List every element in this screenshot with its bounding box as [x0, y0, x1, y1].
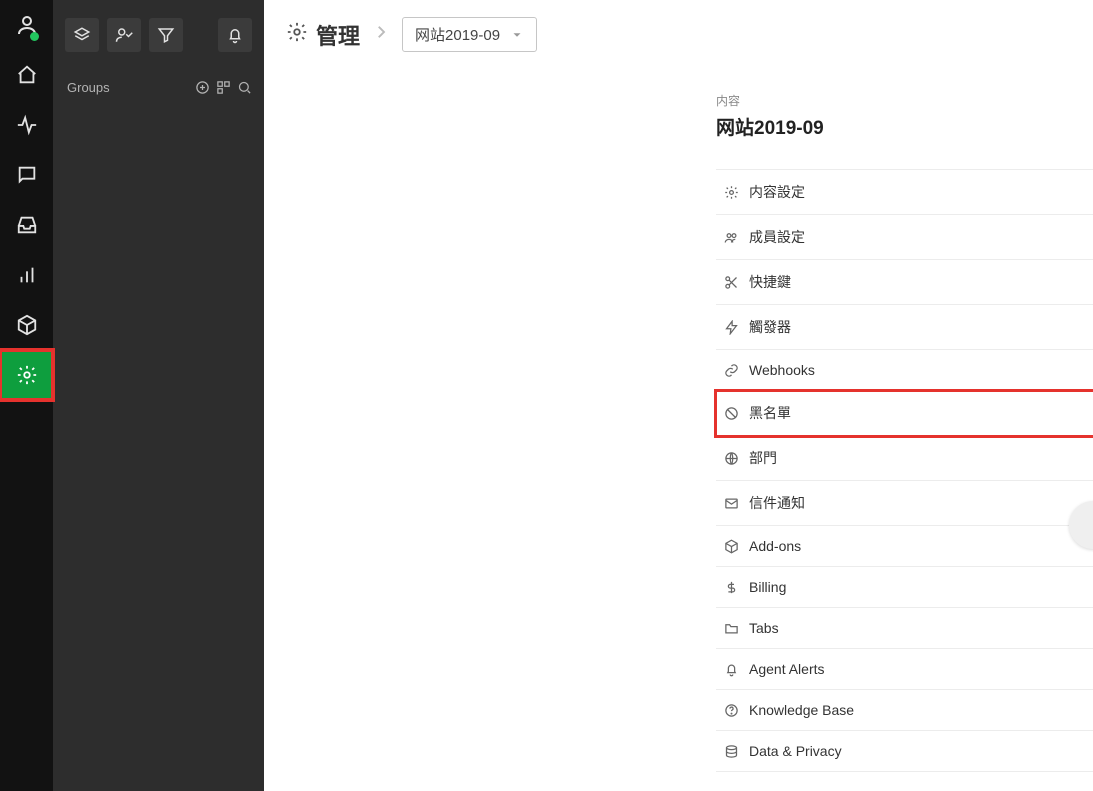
caret-down-icon	[510, 28, 524, 42]
gear-icon	[286, 21, 308, 48]
users-icon	[724, 230, 739, 245]
nav-inbox[interactable]	[0, 200, 53, 250]
toolbar-filter-button[interactable]	[149, 18, 183, 52]
settings-item-database[interactable]: Data & Privacy	[716, 731, 1093, 772]
chevron-right-icon	[372, 23, 390, 46]
project-title: 网站2019-09	[716, 113, 1078, 140]
breadcrumb-title: 管理	[316, 19, 360, 51]
settings-item-label: Webhooks	[749, 362, 815, 378]
nav-messages[interactable]	[0, 150, 53, 200]
settings-item-scissors[interactable]: 快捷鍵	[716, 260, 1093, 305]
nav-home[interactable]	[0, 50, 53, 100]
search-groups-icon[interactable]	[237, 80, 252, 95]
settings-list: 内容設定成員設定快捷鍵觸發器 Webhooks 黑名單部門信件通知 Add-ons Bi…	[716, 169, 1093, 772]
help-icon	[724, 703, 739, 718]
settings-item-link[interactable]: Webhooks	[716, 350, 1093, 391]
main-area: 管理 网站2019-09 内容 网站2019-09 + 新增 内容設定成員設定快…	[264, 0, 1093, 791]
toolbar-agents-button[interactable]	[107, 18, 141, 52]
settings-item-bolt[interactable]: 觸發器	[716, 305, 1093, 350]
settings-item-label: 信件通知	[749, 493, 805, 513]
cube-icon	[724, 539, 739, 554]
settings-item-label: Tabs	[749, 620, 779, 636]
nav-activity[interactable]	[0, 100, 53, 150]
settings-item-label: 快捷鍵	[749, 272, 791, 292]
dollar-icon	[724, 580, 739, 595]
add-group-icon[interactable]	[195, 80, 210, 95]
link-icon	[724, 363, 739, 378]
settings-item-label: 成員設定	[749, 227, 805, 247]
settings-item-label: 黑名單	[749, 403, 791, 423]
groups-label: Groups	[67, 80, 110, 95]
settings-item-label: Data & Privacy	[749, 743, 842, 759]
bell-icon	[724, 662, 739, 677]
mail-icon	[724, 496, 739, 511]
toolbar-notifications-button[interactable]	[218, 18, 252, 52]
groups-header: Groups	[53, 70, 264, 103]
settings-item-dollar[interactable]: Billing	[716, 567, 1093, 608]
project-selector[interactable]: 网站2019-09	[402, 17, 537, 52]
nav-settings[interactable]	[0, 350, 53, 400]
settings-item-bell[interactable]: Agent Alerts	[716, 649, 1093, 690]
meta-label: 内容	[716, 92, 1093, 109]
settings-item-label: 觸發器	[749, 317, 791, 337]
settings-item-label: Knowledge Base	[749, 702, 854, 718]
settings-item-mail[interactable]: 信件通知	[716, 481, 1093, 526]
scissors-icon	[724, 275, 739, 290]
settings-item-label: Add-ons	[749, 538, 801, 554]
settings-item-label: 部門	[749, 448, 777, 468]
gear-icon	[724, 185, 739, 200]
secondary-panel: Groups	[53, 0, 264, 791]
settings-item-help[interactable]: Knowledge Base	[716, 690, 1093, 731]
nav-addons[interactable]	[0, 300, 53, 350]
widgets-icon[interactable]	[216, 80, 231, 95]
settings-item-label: Billing	[749, 579, 786, 595]
bolt-icon	[724, 320, 739, 335]
settings-item-ban[interactable]: 黑名單	[716, 391, 1093, 436]
nav-analytics[interactable]	[0, 250, 53, 300]
folder-icon	[724, 621, 739, 636]
content-scroll: 内容 网站2019-09 + 新增 内容設定成員設定快捷鍵觸發器Webhooks…	[264, 70, 1093, 791]
settings-item-folder[interactable]: Tabs	[716, 608, 1093, 649]
database-icon	[724, 744, 739, 759]
breadcrumb-bar: 管理 网站2019-09	[264, 0, 1093, 70]
secondary-toolbar	[53, 0, 264, 70]
status-online-dot	[30, 32, 39, 41]
nav-rail	[0, 0, 53, 791]
globe-icon	[724, 451, 739, 466]
settings-item-gear[interactable]: 内容設定	[716, 169, 1093, 215]
settings-item-users[interactable]: 成員設定	[716, 215, 1093, 260]
toolbar-layers-button[interactable]	[65, 18, 99, 52]
ban-icon	[724, 406, 739, 421]
settings-item-cube[interactable]: Add-ons	[716, 526, 1093, 567]
profile-button[interactable]	[0, 0, 53, 50]
settings-item-label: 内容設定	[749, 182, 805, 202]
settings-item-label: Agent Alerts	[749, 661, 825, 677]
project-selector-label: 网站2019-09	[415, 24, 500, 45]
settings-item-globe[interactable]: 部門	[716, 436, 1093, 481]
